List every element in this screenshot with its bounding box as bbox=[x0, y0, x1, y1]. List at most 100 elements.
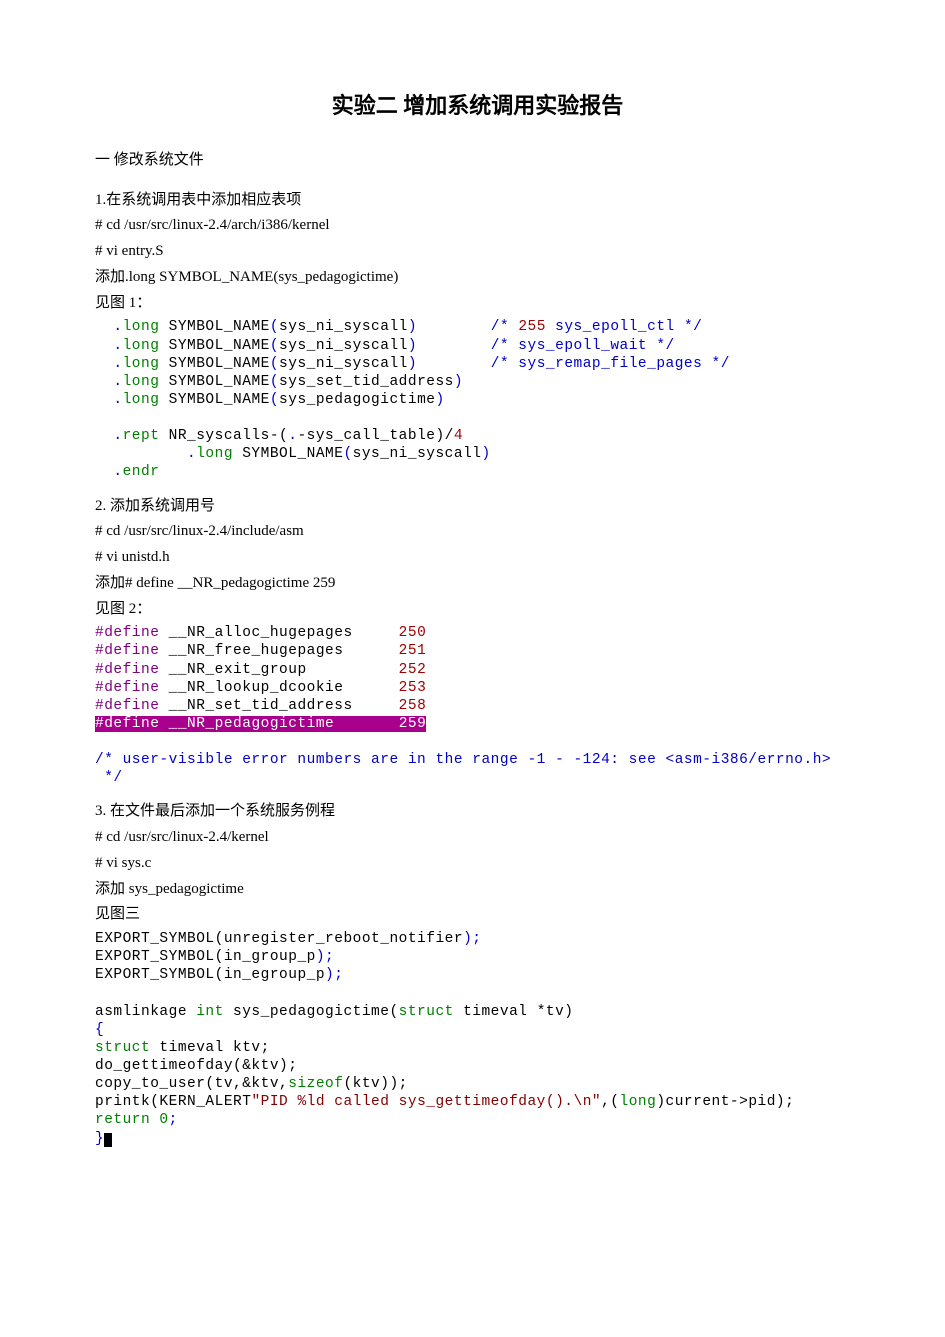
code-text: __NR_alloc_hugepages bbox=[169, 625, 353, 641]
add-prefix: 添加 bbox=[95, 269, 125, 285]
code-text: return 0 bbox=[95, 1112, 169, 1128]
code-text: sys_set_tid_address bbox=[279, 374, 454, 390]
code-text: . bbox=[113, 392, 122, 408]
code-text: 253 bbox=[399, 680, 427, 696]
code-text: #define bbox=[95, 625, 169, 641]
code-text: #define bbox=[95, 698, 169, 714]
code-text: . bbox=[113, 374, 122, 390]
code-text: ( bbox=[270, 338, 279, 354]
code-text: __NR_exit_group bbox=[169, 662, 307, 678]
code-text: unregister_reboot_notifier bbox=[224, 931, 463, 947]
code-text: 259 bbox=[399, 716, 427, 732]
code-text: . bbox=[113, 338, 122, 354]
code-text: sys_ni_syscall bbox=[279, 338, 408, 354]
code-text: SYMBOL_NAME bbox=[169, 338, 270, 354]
code-text: /* bbox=[491, 319, 519, 335]
step3-add: 添加 sys_pedagogictime bbox=[95, 879, 860, 901]
code-text: SYMBOL_NAME bbox=[169, 374, 270, 390]
code-text: ( bbox=[270, 356, 279, 372]
code-text: SYMBOL_NAME bbox=[169, 392, 270, 408]
code-text: long bbox=[123, 392, 160, 408]
code-text: ) bbox=[408, 356, 417, 372]
code-text: 258 bbox=[399, 698, 427, 714]
code-text: sys_pedagogictime( bbox=[224, 1004, 399, 1020]
code-text: 251 bbox=[399, 643, 427, 659]
code-text: rept bbox=[123, 428, 160, 444]
code-text: do_gettimeofday(&ktv); bbox=[95, 1058, 297, 1074]
step2-cmd2: # vi unistd.h bbox=[95, 547, 860, 569]
code-block-2: #define __NR_alloc_hugepages 250 #define… bbox=[95, 624, 860, 787]
step1-heading: 1.在系统调用表中添加相应表项 bbox=[95, 190, 860, 212]
code-text: /* sys_epoll_wait */ bbox=[491, 338, 675, 354]
code-text: . bbox=[113, 464, 122, 480]
add-body: sys_pedagogictime bbox=[125, 881, 244, 897]
code-text: long bbox=[123, 338, 160, 354]
text-cursor bbox=[104, 1133, 112, 1147]
code-text: sizeof bbox=[288, 1076, 343, 1092]
document-page: 实验二 增加系统调用实验报告 一 修改系统文件 1.在系统调用表中添加相应表项 … bbox=[0, 0, 945, 1222]
code-text: ) bbox=[408, 319, 417, 335]
code-block-1: .long SYMBOL_NAME(sys_ni_syscall) /* 255… bbox=[95, 318, 860, 481]
code-text: __NR_set_tid_address bbox=[169, 698, 353, 714]
code-block-3: EXPORT_SYMBOL(unregister_reboot_notifier… bbox=[95, 930, 860, 1148]
code-text: "PID %ld called sys_gettimeofday().\n" bbox=[251, 1094, 601, 1110]
code-text: (ktv)); bbox=[343, 1076, 407, 1092]
code-text: copy_to_user(tv,&ktv, bbox=[95, 1076, 288, 1092]
code-text: 250 bbox=[399, 625, 427, 641]
code-text: timeval ktv; bbox=[150, 1040, 270, 1056]
step2-cmd1: # cd /usr/src/linux-2.4/include/asm bbox=[95, 521, 860, 543]
code-text: timeval *tv) bbox=[454, 1004, 574, 1020]
code-text: ) bbox=[408, 338, 417, 354]
code-text: sys_ni_syscall bbox=[353, 446, 482, 462]
step1-add: 添加.long SYMBOL_NAME(sys_pedagogictime) bbox=[95, 267, 860, 289]
doc-title: 实验二 增加系统调用实验报告 bbox=[95, 90, 860, 122]
code-text: 4 bbox=[454, 428, 463, 444]
code-text: long bbox=[196, 446, 233, 462]
step3-cmd2: # vi sys.c bbox=[95, 853, 860, 875]
step3-see: 见图三 bbox=[95, 904, 860, 926]
code-text: )current->pid); bbox=[656, 1094, 794, 1110]
code-text: ( bbox=[343, 446, 352, 462]
code-text: SYMBOL_NAME bbox=[169, 319, 270, 335]
code-text: SYMBOL_NAME bbox=[169, 356, 270, 372]
code-text: ( bbox=[270, 392, 279, 408]
code-text: long bbox=[123, 374, 160, 390]
code-text: __NR_pedagogictime bbox=[169, 716, 335, 732]
step2-add: 添加# define __NR_pedagogictime 259 bbox=[95, 573, 860, 595]
code-text: . bbox=[113, 356, 122, 372]
code-text: printk(KERN_ALERT bbox=[95, 1094, 251, 1110]
code-text: #define bbox=[95, 662, 169, 678]
code-text: EXPORT_SYMBOL( bbox=[95, 967, 224, 983]
code-text: long bbox=[123, 356, 160, 372]
code-text: . bbox=[113, 428, 122, 444]
add-prefix: 添加 bbox=[95, 881, 125, 897]
code-text: sys_epoll_ctl */ bbox=[546, 319, 702, 335]
step1-see: 见图 1： bbox=[95, 293, 860, 315]
code-text: __NR_free_hugepages bbox=[169, 643, 344, 659]
code-text: EXPORT_SYMBOL( bbox=[95, 931, 224, 947]
code-text: struct bbox=[399, 1004, 454, 1020]
code-text: ); bbox=[316, 949, 334, 965]
code-text: asmlinkage bbox=[95, 1004, 196, 1020]
code-text: sys_ni_syscall bbox=[279, 319, 408, 335]
add-body: # define __NR_pedagogictime 259 bbox=[125, 575, 335, 591]
code-text: ( bbox=[270, 319, 279, 335]
code-text: in_egroup_p bbox=[224, 967, 325, 983]
code-text: ,( bbox=[601, 1094, 619, 1110]
highlighted-line: #define __NR_pedagogictime 259 bbox=[95, 716, 426, 732]
step2-see: 见图 2： bbox=[95, 599, 860, 621]
step2-heading: 2. 添加系统调用号 bbox=[95, 496, 860, 518]
code-comment: /* user-visible error numbers are in the… bbox=[95, 752, 831, 786]
code-text: long bbox=[620, 1094, 657, 1110]
code-text: ; bbox=[169, 1112, 178, 1128]
code-text: ) bbox=[454, 374, 463, 390]
code-text: . bbox=[113, 319, 122, 335]
code-text: SYMBOL_NAME bbox=[242, 446, 343, 462]
code-text: __NR_lookup_dcookie bbox=[169, 680, 344, 696]
step1-cmd1: # cd /usr/src/linux-2.4/arch/i386/kernel bbox=[95, 215, 860, 237]
add-body: .long SYMBOL_NAME(sys_pedagogictime) bbox=[125, 269, 398, 285]
step3-cmd1: # cd /usr/src/linux-2.4/kernel bbox=[95, 827, 860, 849]
code-text: #define bbox=[95, 643, 169, 659]
section-1-header: 一 修改系统文件 bbox=[95, 150, 860, 172]
step1-cmd2: # vi entry.S bbox=[95, 241, 860, 263]
